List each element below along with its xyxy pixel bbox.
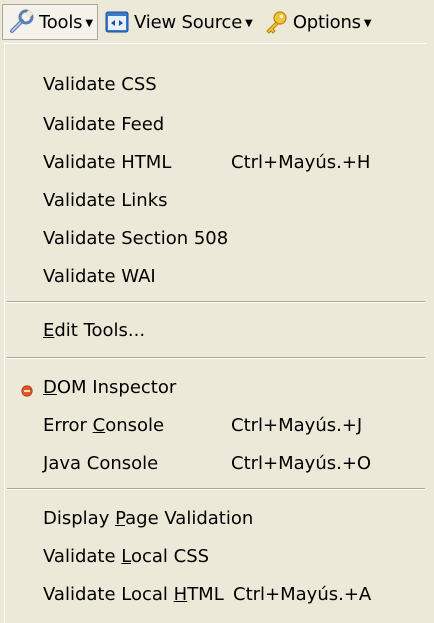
menu-item-edit-tools[interactable]: Edit Tools... [5, 312, 425, 348]
menu-item-label: Validate HTML [43, 151, 172, 173]
chevron-down-icon: ▼ [85, 17, 94, 29]
options-label: Options [292, 11, 361, 33]
menu-item-label: Validate Local CSS [43, 546, 209, 567]
key-icon [263, 9, 289, 35]
label-rest: TML [187, 583, 224, 605]
menu-separator [7, 301, 425, 303]
menu-item-label: Validate Feed [43, 113, 165, 135]
menu-item-label: DOM Inspector [43, 377, 176, 398]
menu-item-validate-local-css[interactable]: Validate Local CSS [5, 538, 425, 574]
menu-separator [7, 357, 425, 359]
view-source-label: View Source [134, 11, 243, 33]
label-rest: dit Tools... [54, 319, 146, 341]
menu-item-validate-links[interactable]: Validate Links [5, 182, 425, 218]
mnemonic: D [43, 376, 57, 398]
menu-item-java-console[interactable]: Java Console Ctrl+Mayús.+O [5, 445, 425, 481]
menu-item-label: Validate WAI [43, 265, 156, 287]
menu-item-label: Display Page Validation [43, 508, 253, 529]
label-prefix: Validate [43, 545, 122, 567]
menu-item-label: Java Console [43, 453, 158, 474]
bullet-icon [21, 381, 33, 397]
label-rest: ocal CSS [130, 545, 210, 567]
menu-item-label: Validate Links [43, 189, 168, 211]
tools-dropdown-menu: Validate CSS Validate Feed Validate HTML… [4, 43, 426, 623]
chevron-down-icon: ▼ [363, 17, 372, 29]
view-source-menu-button[interactable]: View Source ▼ [98, 4, 257, 40]
menu-item-validate-html[interactable]: Validate HTML Ctrl+Mayús.+H [5, 144, 425, 180]
label-rest: OM Inspector [56, 376, 177, 398]
menu-item-shortcut: Ctrl+Mayús.+A [233, 583, 372, 605]
label-rest: ava Console [48, 452, 159, 474]
menu-item-validate-local-html[interactable]: Validate Local HTML Ctrl+Mayús.+A [5, 576, 425, 612]
label-prefix: Validate Local [43, 583, 174, 605]
mnemonic: L [121, 545, 131, 567]
wrench-icon [9, 9, 35, 35]
mnemonic: E [43, 319, 55, 341]
tools-menu-button[interactable]: Tools ▼ [2, 4, 99, 40]
menu-item-error-console[interactable]: Error Console Ctrl+Mayús.+J [5, 407, 425, 443]
menu-item-label: Validate Section 508 [43, 227, 229, 249]
menu-item-label: Validate Local HTML [43, 584, 224, 605]
label-prefix: Display [43, 507, 116, 529]
menu-item-label: Edit Tools... [43, 320, 145, 341]
options-menu-button[interactable]: Options ▼ [257, 4, 376, 40]
menu-separator [7, 488, 425, 490]
web-developer-toolbar: Tools ▼ View Source ▼ Options ▼ [0, 0, 434, 44]
mnemonic: H [173, 583, 188, 605]
mnemonic: P [115, 507, 126, 529]
menu-item-shortcut: Ctrl+Mayús.+O [231, 452, 372, 474]
menu-item-label: Error Console [43, 415, 164, 436]
view-source-icon [104, 9, 130, 35]
tools-label: Tools [39, 11, 83, 33]
menu-item-dom-inspector[interactable]: DOM Inspector [5, 369, 425, 405]
menu-item-validate-section-508[interactable]: Validate Section 508 [5, 220, 425, 256]
label-prefix: Error [43, 414, 93, 436]
chevron-down-icon: ▼ [245, 17, 253, 29]
mnemonic: C [92, 414, 106, 436]
menu-item-validate-css[interactable]: Validate CSS [5, 66, 425, 102]
menu-item-display-page-validation[interactable]: Display Page Validation [5, 500, 425, 536]
menu-item-shortcut: Ctrl+Mayús.+H [231, 151, 371, 173]
label-rest: onsole [105, 414, 165, 436]
menu-item-validate-feed[interactable]: Validate Feed [5, 106, 425, 142]
menu-item-label: Validate CSS [43, 73, 157, 95]
label-rest: age Validation [125, 507, 254, 529]
menu-item-shortcut: Ctrl+Mayús.+J [231, 414, 363, 436]
menu-item-validate-wai[interactable]: Validate WAI [5, 258, 425, 294]
